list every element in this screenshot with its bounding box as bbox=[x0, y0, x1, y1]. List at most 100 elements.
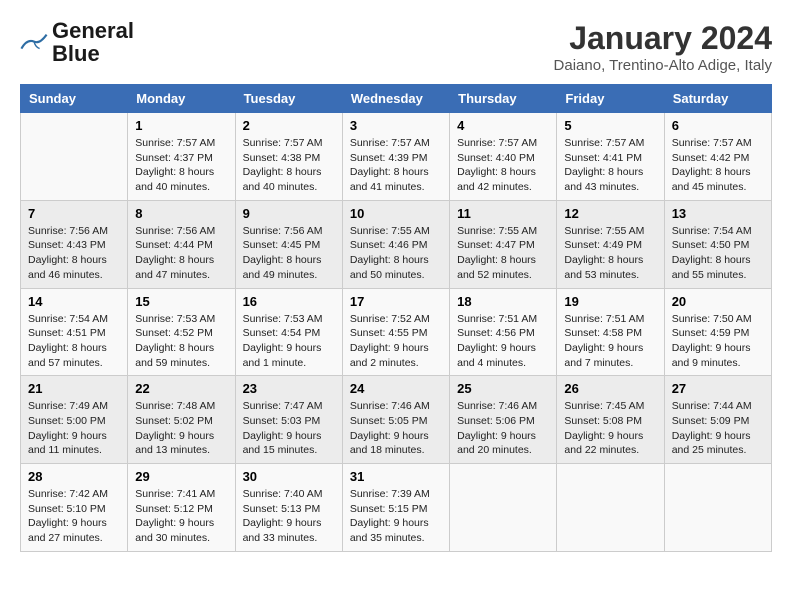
day-number: 22 bbox=[135, 381, 227, 396]
day-info: Sunrise: 7:44 AM Sunset: 5:09 PM Dayligh… bbox=[672, 399, 764, 458]
day-info: Sunrise: 7:57 AM Sunset: 4:38 PM Dayligh… bbox=[243, 136, 335, 195]
calendar-cell bbox=[21, 113, 128, 201]
day-number: 29 bbox=[135, 469, 227, 484]
day-number: 24 bbox=[350, 381, 442, 396]
day-number: 7 bbox=[28, 206, 120, 221]
day-number: 17 bbox=[350, 294, 442, 309]
calendar-cell: 2 Sunrise: 7:57 AM Sunset: 4:38 PM Daylig… bbox=[235, 113, 342, 201]
day-number: 31 bbox=[350, 469, 442, 484]
day-info: Sunrise: 7:54 AM Sunset: 4:51 PM Dayligh… bbox=[28, 312, 120, 371]
calendar-cell: 9Sunrise: 7:56 AM Sunset: 4:45 PM Daylig… bbox=[235, 200, 342, 288]
day-number: 8 bbox=[135, 206, 227, 221]
day-info: Sunrise: 7:57 AM Sunset: 4:42 PM Dayligh… bbox=[672, 136, 764, 195]
day-number: 10 bbox=[350, 206, 442, 221]
day-info: Sunrise: 7:53 AM Sunset: 4:52 PM Dayligh… bbox=[135, 312, 227, 371]
day-number: 6 bbox=[672, 118, 764, 133]
day-header-tuesday: Tuesday bbox=[235, 85, 342, 113]
calendar-cell bbox=[557, 464, 664, 552]
day-number: 12 bbox=[564, 206, 656, 221]
day-number: 21 bbox=[28, 381, 120, 396]
day-header-sunday: Sunday bbox=[21, 85, 128, 113]
calendar-cell bbox=[664, 464, 771, 552]
calendar-cell: 1Sunrise: 7:57 AM Sunset: 4:37 PM Daylig… bbox=[128, 113, 235, 201]
day-info: Sunrise: 7:57 AM Sunset: 4:41 PM Dayligh… bbox=[564, 136, 656, 195]
calendar-cell: 4 Sunrise: 7:57 AM Sunset: 4:40 PM Daylig… bbox=[450, 113, 557, 201]
day-number: 19 bbox=[564, 294, 656, 309]
calendar-cell: 17 Sunrise: 7:52 AM Sunset: 4:55 PM Dayli… bbox=[342, 288, 449, 376]
day-number: 5 bbox=[564, 118, 656, 133]
week-row-4: 21Sunrise: 7:49 AM Sunset: 5:00 PM Dayli… bbox=[21, 376, 772, 464]
calendar-cell: 30Sunrise: 7:40 AM Sunset: 5:13 PM Dayli… bbox=[235, 464, 342, 552]
day-number: 16 bbox=[243, 294, 335, 309]
calendar-cell: 6 Sunrise: 7:57 AM Sunset: 4:42 PM Daylig… bbox=[664, 113, 771, 201]
week-row-2: 7 Sunrise: 7:56 AM Sunset: 4:43 PM Daylig… bbox=[21, 200, 772, 288]
day-number: 11 bbox=[457, 206, 549, 221]
day-info: Sunrise: 7:46 AM Sunset: 5:05 PM Dayligh… bbox=[350, 399, 442, 458]
day-info: Sunrise: 7:55 AM Sunset: 4:47 PM Dayligh… bbox=[457, 224, 549, 283]
day-header-thursday: Thursday bbox=[450, 85, 557, 113]
day-info: Sunrise: 7:57 AM Sunset: 4:39 PM Dayligh… bbox=[350, 136, 442, 195]
calendar-cell: 13 Sunrise: 7:54 AM Sunset: 4:50 PM Dayli… bbox=[664, 200, 771, 288]
day-info: Sunrise: 7:41 AM Sunset: 5:12 PM Dayligh… bbox=[135, 487, 227, 546]
calendar-cell: 18 Sunrise: 7:51 AM Sunset: 4:56 PM Dayli… bbox=[450, 288, 557, 376]
day-number: 4 bbox=[457, 118, 549, 133]
day-info: Sunrise: 7:55 AM Sunset: 4:49 PM Dayligh… bbox=[564, 224, 656, 283]
day-info: Sunrise: 7:46 AM Sunset: 5:06 PM Dayligh… bbox=[457, 399, 549, 458]
day-info: Sunrise: 7:57 AM Sunset: 4:40 PM Dayligh… bbox=[457, 136, 549, 195]
day-number: 20 bbox=[672, 294, 764, 309]
calendar-cell: 22 Sunrise: 7:48 AM Sunset: 5:02 PM Dayli… bbox=[128, 376, 235, 464]
day-header-saturday: Saturday bbox=[664, 85, 771, 113]
day-info: Sunrise: 7:40 AM Sunset: 5:13 PM Dayligh… bbox=[243, 487, 335, 546]
calendar-cell: 19 Sunrise: 7:51 AM Sunset: 4:58 PM Dayli… bbox=[557, 288, 664, 376]
day-info: Sunrise: 7:52 AM Sunset: 4:55 PM Dayligh… bbox=[350, 312, 442, 371]
day-info: Sunrise: 7:56 AM Sunset: 4:44 PM Dayligh… bbox=[135, 224, 227, 283]
day-info: Sunrise: 7:56 AM Sunset: 4:43 PM Dayligh… bbox=[28, 224, 120, 283]
calendar-cell: 15 Sunrise: 7:53 AM Sunset: 4:52 PM Dayli… bbox=[128, 288, 235, 376]
day-number: 18 bbox=[457, 294, 549, 309]
day-info: Sunrise: 7:57 AM Sunset: 4:37 PM Dayligh… bbox=[135, 136, 227, 195]
week-row-3: 14 Sunrise: 7:54 AM Sunset: 4:51 PM Dayli… bbox=[21, 288, 772, 376]
calendar-cell: 14 Sunrise: 7:54 AM Sunset: 4:51 PM Dayli… bbox=[21, 288, 128, 376]
day-number: 23 bbox=[243, 381, 335, 396]
day-info: Sunrise: 7:47 AM Sunset: 5:03 PM Dayligh… bbox=[243, 399, 335, 458]
day-number: 15 bbox=[135, 294, 227, 309]
day-number: 28 bbox=[28, 469, 120, 484]
calendar-cell: 24 Sunrise: 7:46 AM Sunset: 5:05 PM Dayli… bbox=[342, 376, 449, 464]
day-info: Sunrise: 7:51 AM Sunset: 4:58 PM Dayligh… bbox=[564, 312, 656, 371]
calendar-cell: 21Sunrise: 7:49 AM Sunset: 5:00 PM Dayli… bbox=[21, 376, 128, 464]
calendar-cell: 10 Sunrise: 7:55 AM Sunset: 4:46 PM Dayli… bbox=[342, 200, 449, 288]
day-info: Sunrise: 7:50 AM Sunset: 4:59 PM Dayligh… bbox=[672, 312, 764, 371]
header-row: SundayMondayTuesdayWednesdayThursdayFrid… bbox=[21, 85, 772, 113]
day-number: 14 bbox=[28, 294, 120, 309]
calendar-table: SundayMondayTuesdayWednesdayThursdayFrid… bbox=[20, 84, 772, 552]
day-info: Sunrise: 7:39 AM Sunset: 5:15 PM Dayligh… bbox=[350, 487, 442, 546]
subtitle: Daiano, Trentino-Alto Adige, Italy bbox=[554, 57, 772, 74]
day-info: Sunrise: 7:53 AM Sunset: 4:54 PM Dayligh… bbox=[243, 312, 335, 371]
week-row-5: 28 Sunrise: 7:42 AM Sunset: 5:10 PM Dayli… bbox=[21, 464, 772, 552]
calendar-cell: 7 Sunrise: 7:56 AM Sunset: 4:43 PM Daylig… bbox=[21, 200, 128, 288]
day-number: 2 bbox=[243, 118, 335, 133]
day-header-friday: Friday bbox=[557, 85, 664, 113]
day-info: Sunrise: 7:51 AM Sunset: 4:56 PM Dayligh… bbox=[457, 312, 549, 371]
day-number: 27 bbox=[672, 381, 764, 396]
calendar-cell: 25Sunrise: 7:46 AM Sunset: 5:06 PM Dayli… bbox=[450, 376, 557, 464]
day-info: Sunrise: 7:45 AM Sunset: 5:08 PM Dayligh… bbox=[564, 399, 656, 458]
calendar-cell: 11 Sunrise: 7:55 AM Sunset: 4:47 PM Dayli… bbox=[450, 200, 557, 288]
calendar-cell: 26 Sunrise: 7:45 AM Sunset: 5:08 PM Dayli… bbox=[557, 376, 664, 464]
calendar-cell: 31 Sunrise: 7:39 AM Sunset: 5:15 PM Dayli… bbox=[342, 464, 449, 552]
day-info: Sunrise: 7:55 AM Sunset: 4:46 PM Dayligh… bbox=[350, 224, 442, 283]
day-number: 26 bbox=[564, 381, 656, 396]
day-info: Sunrise: 7:42 AM Sunset: 5:10 PM Dayligh… bbox=[28, 487, 120, 546]
day-info: Sunrise: 7:48 AM Sunset: 5:02 PM Dayligh… bbox=[135, 399, 227, 458]
logo-icon bbox=[20, 33, 48, 53]
logo-text-general: General bbox=[52, 18, 134, 43]
day-info: Sunrise: 7:54 AM Sunset: 4:50 PM Dayligh… bbox=[672, 224, 764, 283]
calendar-cell: 3 Sunrise: 7:57 AM Sunset: 4:39 PM Daylig… bbox=[342, 113, 449, 201]
day-number: 3 bbox=[350, 118, 442, 133]
calendar-cell bbox=[450, 464, 557, 552]
calendar-cell: 28 Sunrise: 7:42 AM Sunset: 5:10 PM Dayli… bbox=[21, 464, 128, 552]
day-header-wednesday: Wednesday bbox=[342, 85, 449, 113]
month-title: January 2024 bbox=[554, 20, 772, 57]
calendar-cell: 23 Sunrise: 7:47 AM Sunset: 5:03 PM Dayli… bbox=[235, 376, 342, 464]
day-number: 13 bbox=[672, 206, 764, 221]
